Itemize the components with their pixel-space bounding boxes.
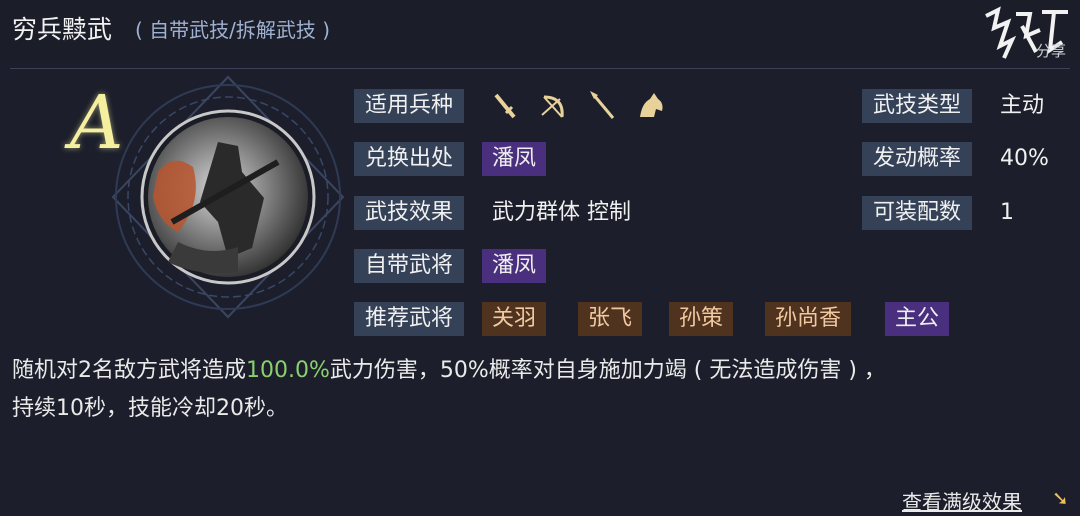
skill-description: 随机对2名敌方武将造成100.0%武力伤害，50%概率对自身施加力竭 ( 无法造… (12, 352, 1062, 428)
view-max-level-link[interactable]: 查看满级效果 (902, 486, 1022, 515)
label-troops: 适用兵种 (354, 89, 464, 123)
spear-icon (590, 91, 615, 119)
desc-highlight: 100.0% (246, 358, 330, 383)
bow-icon (541, 95, 564, 118)
label-type: 武技类型 (862, 89, 972, 123)
label-cost: 可装配数 (862, 196, 972, 230)
label-source: 兑换出处 (354, 142, 464, 176)
recommend-tag[interactable]: 孙尚香 (765, 302, 852, 336)
sword-icon (494, 93, 516, 119)
recommend-tag[interactable]: 主公 (885, 302, 950, 336)
desc-part2: 武力伤害，50%概率对自身施加力竭 ( 无法造成伤害 ) ， (329, 358, 886, 383)
skill-subtitle: ( 自带武技/拆解武技 ) (135, 18, 331, 42)
desc-part1: 随机对2名敌方武将造成 (12, 358, 246, 383)
recommend-tag[interactable]: 张飞 (578, 302, 643, 336)
cost-value: 1 (1000, 200, 1014, 225)
arrow-icon[interactable]: ➘ (1052, 486, 1069, 510)
label-effect: 武技效果 (354, 196, 464, 230)
skill-title: 穷兵黩武 (12, 15, 113, 44)
label-recommend: 推荐武将 (354, 302, 464, 336)
recommend-tag[interactable]: 关羽 (482, 302, 547, 336)
grade-letter: A (70, 80, 124, 166)
effect-value: 武力群体 控制 (492, 200, 631, 225)
desc-line2: 持续10秒，技能冷却20秒。 (12, 396, 288, 421)
label-rate: 发动概率 (862, 142, 972, 176)
type-value: 主动 (1000, 93, 1045, 118)
own-general-tag[interactable]: 潘凤 (482, 249, 547, 283)
horse-icon (640, 93, 663, 117)
logo-share-text: 分享 (1035, 42, 1066, 60)
skill-emblem (111, 75, 345, 319)
divider (10, 68, 1070, 69)
source-tag[interactable]: 潘凤 (482, 142, 547, 176)
label-own-general: 自带武将 (354, 249, 464, 283)
recommend-tag[interactable]: 孙策 (669, 302, 734, 336)
rate-value: 40% (1000, 146, 1049, 171)
